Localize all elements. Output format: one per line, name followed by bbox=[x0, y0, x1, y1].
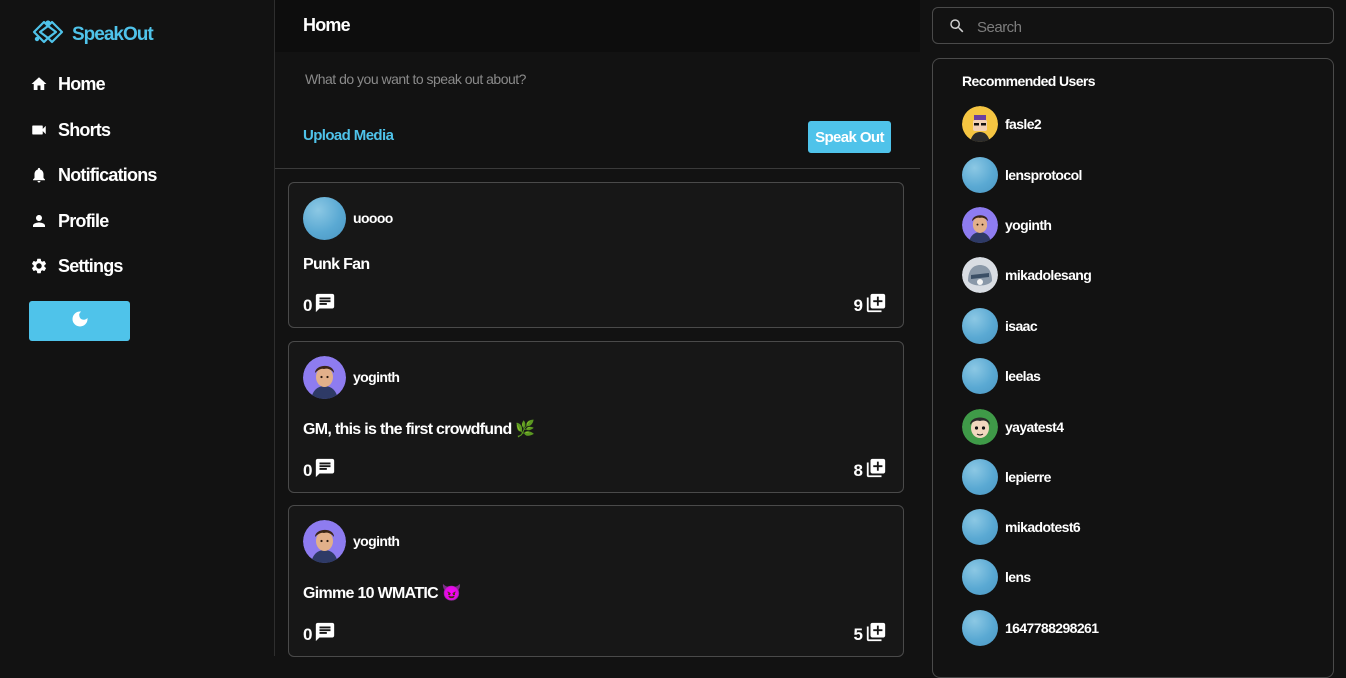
recommended-user-item[interactable]: 1647788298261 bbox=[962, 609, 1099, 646]
recommended-user-name: yayatest4 bbox=[1005, 418, 1064, 435]
top-bar: Home bbox=[275, 0, 920, 52]
recommended-user-item[interactable]: fasle2 bbox=[962, 105, 1042, 142]
nav-item-label: Profile bbox=[58, 210, 109, 231]
post-composer-input[interactable] bbox=[303, 66, 897, 92]
app-name: SpeakOut bbox=[72, 23, 154, 45]
comment-count: 0 bbox=[303, 460, 313, 480]
theme-toggle-button[interactable] bbox=[29, 301, 130, 341]
recommended-user-name: isaac bbox=[1005, 317, 1038, 334]
avatar bbox=[962, 408, 998, 445]
speak-out-button[interactable]: Speak Out bbox=[808, 121, 891, 153]
speakout-logo-icon bbox=[30, 17, 66, 52]
nav-item-profile[interactable]: Profile bbox=[30, 207, 109, 235]
post-content: Gimme 10 WMATIC 😈 bbox=[303, 585, 462, 602]
search-input[interactable] bbox=[975, 15, 1319, 39]
avatar[interactable] bbox=[303, 197, 346, 240]
recommended-user-name: mikadotest6 bbox=[1005, 518, 1081, 535]
nav-item-shorts[interactable]: Shorts bbox=[30, 116, 111, 144]
home-icon bbox=[30, 75, 48, 93]
divider bbox=[275, 168, 920, 169]
avatar bbox=[962, 256, 998, 293]
post-author[interactable]: uoooo bbox=[353, 210, 393, 226]
collect-button[interactable]: 5 bbox=[854, 621, 887, 648]
nav-item-notifications[interactable]: Notifications bbox=[30, 161, 157, 189]
comment-count: 0 bbox=[303, 624, 313, 644]
moon-icon bbox=[70, 309, 90, 334]
recommended-user-item[interactable]: lepierre bbox=[962, 458, 1051, 495]
recommended-user-name: leelas bbox=[1005, 367, 1041, 384]
avatar[interactable] bbox=[303, 356, 346, 399]
library-add-icon bbox=[865, 292, 887, 319]
recommended-user-name: lens bbox=[1005, 568, 1031, 585]
avatar[interactable] bbox=[303, 520, 346, 563]
comment-icon bbox=[314, 621, 336, 648]
avatar bbox=[962, 357, 998, 394]
recommended-user-item[interactable]: mikadotest6 bbox=[962, 508, 1081, 545]
post-content: Punk Fan bbox=[303, 256, 370, 273]
post-author[interactable]: yoginth bbox=[353, 533, 400, 549]
comment-icon bbox=[314, 292, 336, 319]
library-add-icon bbox=[865, 457, 887, 484]
avatar bbox=[962, 105, 998, 142]
page-title: Home bbox=[303, 15, 351, 35]
collect-button[interactable]: 9 bbox=[854, 292, 887, 319]
nav-item-label: Home bbox=[58, 73, 106, 94]
avatar bbox=[962, 156, 998, 193]
post-content: GM, this is the first crowdfund 🌿 bbox=[303, 421, 535, 438]
recommended-user-item[interactable]: lensprotocol bbox=[962, 156, 1082, 193]
recommended-user-item[interactable]: lens bbox=[962, 558, 1031, 595]
nav-item-label: Shorts bbox=[58, 119, 111, 140]
gear-icon bbox=[30, 257, 48, 275]
post-card[interactable]: yoginth Gimme 10 WMATIC 😈 0 5 bbox=[288, 505, 904, 657]
post-card[interactable]: yoginth GM, this is the first crowdfund … bbox=[288, 341, 904, 493]
main-feed: Home Upload Media Speak Out uoooo Punk F… bbox=[274, 0, 921, 657]
avatar bbox=[962, 307, 998, 344]
library-add-icon bbox=[865, 621, 887, 648]
recommended-user-item[interactable]: isaac bbox=[962, 307, 1038, 344]
avatar bbox=[962, 508, 998, 545]
recommended-user-name: lepierre bbox=[1005, 468, 1051, 485]
recommended-user-name: 1647788298261 bbox=[1005, 619, 1099, 636]
person-icon bbox=[30, 212, 48, 230]
avatar bbox=[962, 458, 998, 495]
recommended-user-item[interactable]: yoginth bbox=[962, 206, 1052, 243]
recommended-users-title: Recommended Users bbox=[962, 73, 1096, 89]
collect-count: 9 bbox=[853, 295, 863, 315]
comment-button[interactable]: 0 bbox=[303, 457, 336, 484]
bell-icon bbox=[30, 166, 48, 184]
comment-icon bbox=[314, 457, 336, 484]
collect-button[interactable]: 8 bbox=[854, 457, 887, 484]
comment-button[interactable]: 0 bbox=[303, 292, 336, 319]
nav-item-label: Settings bbox=[58, 255, 123, 276]
recommended-users-panel: Recommended Users fasle2 lensprotocol yo… bbox=[932, 58, 1334, 678]
avatar bbox=[962, 206, 998, 243]
nav-item-label: Notifications bbox=[58, 164, 157, 185]
app-logo[interactable]: SpeakOut bbox=[30, 17, 154, 52]
avatar bbox=[962, 558, 998, 595]
comment-button[interactable]: 0 bbox=[303, 621, 336, 648]
nav-item-settings[interactable]: Settings bbox=[30, 252, 123, 280]
right-sidebar: Recommended Users fasle2 lensprotocol bbox=[920, 0, 1346, 678]
collect-count: 8 bbox=[853, 460, 863, 480]
post-author[interactable]: yoginth bbox=[353, 369, 400, 385]
recommended-user-name: yoginth bbox=[1005, 216, 1052, 233]
recommended-user-item[interactable]: leelas bbox=[962, 357, 1041, 394]
left-sidebar: SpeakOut Home Shorts Notifications Profi… bbox=[0, 0, 274, 656]
recommended-user-name: fasle2 bbox=[1005, 115, 1042, 132]
recommended-user-name: lensprotocol bbox=[1005, 166, 1082, 183]
nav-item-home[interactable]: Home bbox=[30, 70, 106, 98]
collect-count: 5 bbox=[853, 624, 863, 644]
avatar bbox=[962, 609, 998, 646]
recommended-user-item[interactable]: yayatest4 bbox=[962, 408, 1064, 445]
upload-media-link[interactable]: Upload Media bbox=[303, 127, 394, 144]
recommended-user-item[interactable]: mikadolesang bbox=[962, 256, 1092, 293]
search-box[interactable] bbox=[932, 7, 1334, 44]
search-icon bbox=[948, 17, 966, 40]
video-camera-icon bbox=[30, 121, 48, 139]
recommended-user-name: mikadolesang bbox=[1005, 266, 1092, 283]
post-card[interactable]: uoooo Punk Fan 0 9 bbox=[288, 182, 904, 328]
comment-count: 0 bbox=[303, 295, 313, 315]
